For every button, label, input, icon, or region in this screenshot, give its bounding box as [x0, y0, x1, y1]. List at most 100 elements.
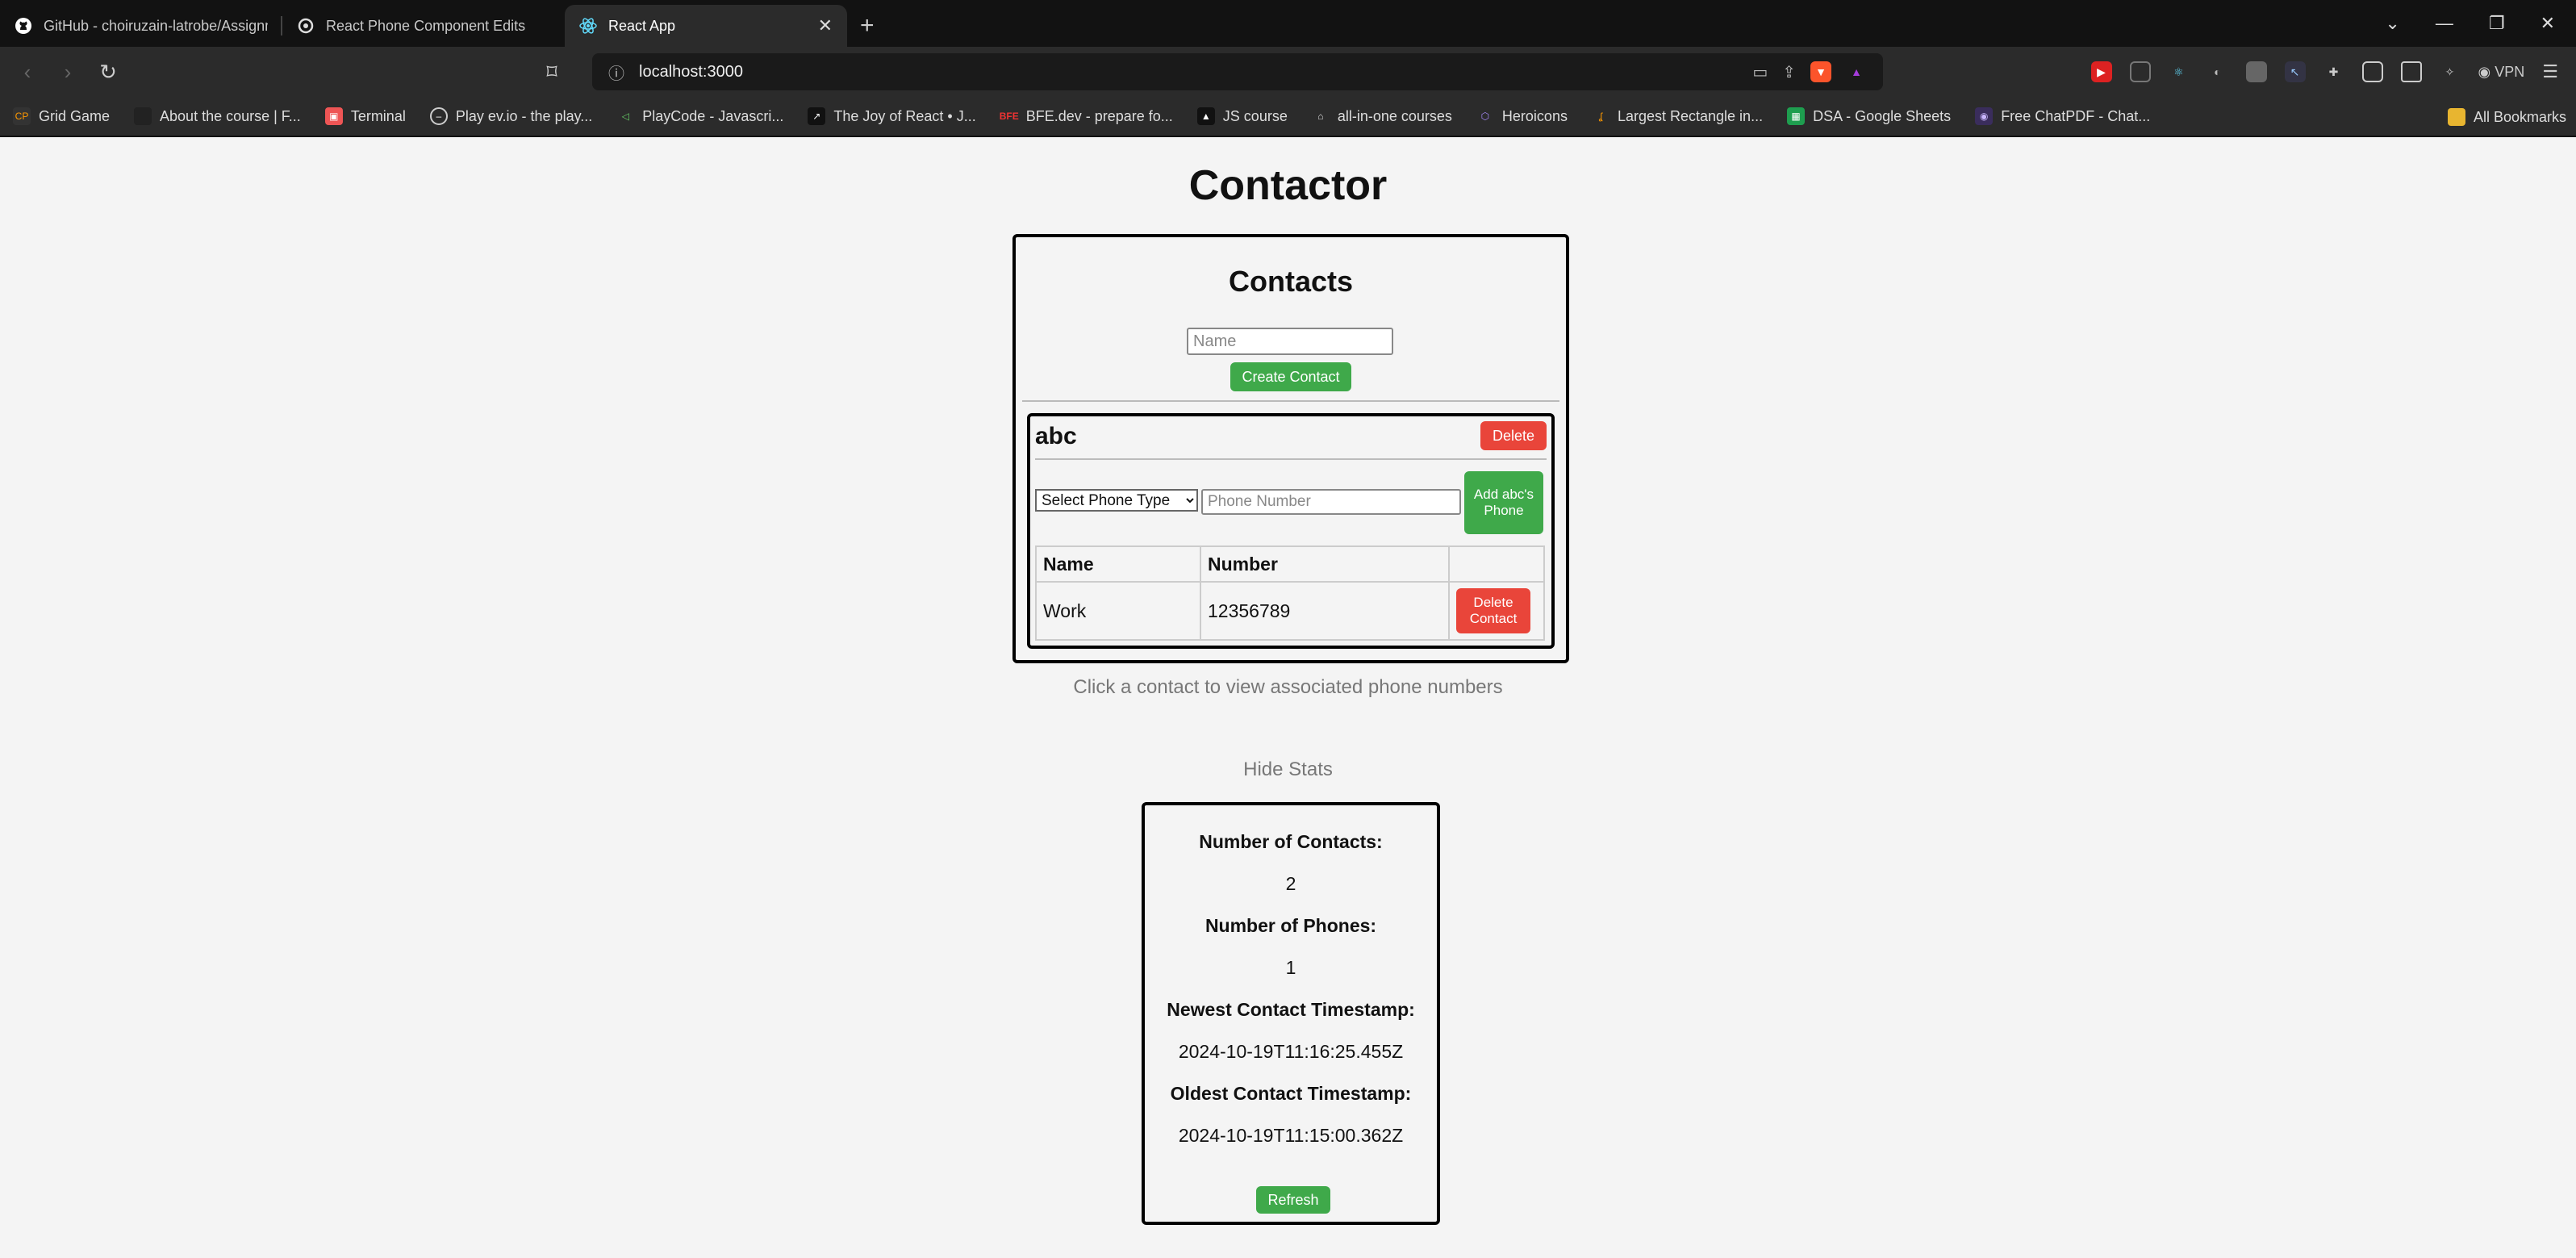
all-bookmarks[interactable]: All Bookmarks	[2447, 97, 2566, 137]
moon-ext-icon[interactable]: ◐	[2207, 61, 2228, 82]
minimize-icon[interactable]: —	[2436, 13, 2453, 34]
add-phone-button[interactable]: Add abc's Phone	[1464, 471, 1543, 534]
bookmark-label: Heroicons	[1501, 107, 1568, 124]
cast-icon[interactable]: ▭	[1752, 62, 1768, 82]
triangle-icon: ▲	[1196, 107, 1215, 125]
bookmark-label: Free ChatPDF - Chat...	[2001, 107, 2151, 124]
bookmark-ev-io[interactable]: – Play ev.io - the play...	[429, 107, 593, 125]
bookmark-label: DSA - Google Sheets	[1813, 107, 1952, 124]
new-tab-button[interactable]: +	[860, 5, 875, 47]
window-controls: ⌄ — ❐ ✕	[2385, 0, 2576, 47]
copy-ext-icon[interactable]	[2129, 61, 2151, 82]
brave-rewards-icon[interactable]: ▲	[1846, 61, 1867, 82]
phone-number-cell: 12356789	[1200, 581, 1450, 641]
contact-name: abc	[1035, 423, 1077, 449]
leetcode-icon: ʆ	[1598, 111, 1603, 122]
bookmark-label: JS course	[1222, 107, 1288, 124]
close-window-icon[interactable]: ✕	[2541, 13, 2555, 34]
browser-toolbar: ‹ › ↻ ⌑ ⓘ localhost:3000 ▭ ⇪ ▼ ▲ ▶ ⚛ ◐ ↖…	[0, 47, 2576, 97]
site-info-icon[interactable]: ⓘ	[608, 61, 624, 84]
contacts-count-label: Number of Contacts:	[1199, 831, 1383, 852]
github-icon	[15, 17, 32, 35]
url-text: localhost:3000	[639, 62, 743, 81]
phones-table: Name Number Work 12356789 Delete Contact	[1035, 545, 1545, 641]
hide-stats-toggle[interactable]: Hide Stats	[0, 759, 2576, 781]
bookmark-label: Terminal	[350, 107, 406, 124]
oldest-timestamp-label: Oldest Contact Timestamp:	[1170, 1083, 1412, 1104]
bookmark-label: Grid Game	[39, 107, 111, 124]
phone-type-select[interactable]: Select Phone Type	[1035, 489, 1198, 512]
tab-title: React App	[608, 17, 676, 34]
chevron-down-icon[interactable]: ⌄	[2385, 13, 2399, 34]
reload-icon[interactable]: ↻	[98, 60, 118, 85]
hint-text: Click a contact to view associated phone…	[1073, 676, 1503, 698]
restore-icon[interactable]: ❐	[2489, 13, 2505, 34]
terminal-icon: ▣	[324, 107, 343, 125]
bookmark-joy-of-react[interactable]: ↗ The Joy of React • J...	[808, 107, 976, 125]
bookmark-largest-rectangle[interactable]: ʆ Largest Rectangle in...	[1592, 107, 1763, 125]
bookmark-dsa-sheets[interactable]: ▦ DSA - Google Sheets	[1787, 107, 1951, 125]
cursor-ext-icon[interactable]: ↖	[2284, 61, 2306, 82]
bookmark-label: All Bookmarks	[2473, 108, 2566, 125]
name-input[interactable]	[1187, 328, 1393, 355]
brave-shield-icon[interactable]: ▼	[1810, 61, 1831, 82]
openai-icon	[297, 17, 315, 35]
page-title: Contactor	[1188, 162, 1388, 209]
phone-number-input[interactable]	[1201, 489, 1461, 515]
folder-icon	[2447, 108, 2465, 126]
address-bar[interactable]: ⓘ localhost:3000 ▭ ⇪ ▼ ▲	[592, 53, 1883, 90]
bookmark-label: BFE.dev - prepare fo...	[1025, 107, 1173, 124]
youtube-ext-icon[interactable]: ▶	[2090, 61, 2112, 82]
bookmarks-bar: CP Grid Game About the course | F... ▣ Ter…	[0, 97, 2576, 137]
table-header-row: Name Number	[1035, 545, 1545, 583]
divider	[1035, 458, 1547, 460]
stats-panel: Number of Contacts: 2 Number of Phones: …	[1142, 802, 1440, 1225]
bookmark-about-course[interactable]: About the course | F...	[134, 107, 301, 125]
bookmark-grid-game[interactable]: CP Grid Game	[13, 107, 110, 125]
menu-icon[interactable]: ☰	[2542, 61, 2558, 82]
tab-github[interactable]: GitHub - choiruzain-latrobe/Assignm	[0, 5, 282, 47]
bookmark-chatpdf[interactable]: ◉ Free ChatPDF - Chat...	[1975, 107, 2150, 125]
window-ext-icon[interactable]	[2245, 61, 2267, 82]
close-tab-icon[interactable]: ✕	[818, 15, 833, 36]
chatpdf-icon: ◉	[1975, 107, 1994, 125]
bookmark-bfe-dev[interactable]: BFE BFE.dev - prepare fo...	[1000, 107, 1173, 125]
phone-actions-cell: Delete Contact	[1448, 581, 1545, 641]
divider	[1022, 400, 1559, 402]
tab-react-app[interactable]: React App ✕	[565, 5, 847, 47]
wallet-icon[interactable]	[2400, 61, 2422, 82]
table-row: Work 12356789 Delete Contact	[1035, 581, 1545, 641]
bfe-icon: BFE	[999, 111, 1019, 122]
bookmark-js-course[interactable]: ▲ JS course	[1196, 107, 1288, 125]
bookmark-all-in-one[interactable]: ⌂ all-in-one courses	[1312, 107, 1452, 125]
phone-type-cell: Work	[1035, 581, 1201, 641]
bookmark-heroicons[interactable]: ⬡ Heroicons	[1476, 107, 1568, 125]
browser-chrome: GitHub - choiruzain-latrobe/Assignm Reac…	[0, 0, 2576, 137]
contacts-heading: Contacts	[1228, 265, 1354, 298]
delete-phone-button[interactable]: Delete Contact	[1456, 588, 1530, 633]
column-header-actions	[1448, 545, 1545, 583]
leo-ai-icon[interactable]: ✧	[2440, 61, 2461, 82]
puzzle-icon[interactable]: ✚	[2323, 61, 2344, 82]
phones-count-value: 1	[1285, 957, 1296, 978]
tab-chatgpt[interactable]: React Phone Component Edits	[282, 5, 565, 47]
contact-card[interactable]: abc Delete Select Phone Type Add abc's P…	[1027, 413, 1555, 649]
forward-icon[interactable]: ›	[58, 60, 77, 85]
react-devtools-icon[interactable]: ⚛	[2169, 61, 2190, 82]
bookmark-playcode[interactable]: ◁ PlayCode - Javascri...	[616, 107, 784, 125]
delete-contact-button[interactable]: Delete	[1480, 421, 1547, 450]
refresh-button[interactable]: Refresh	[1256, 1186, 1330, 1214]
bookmark-label: About the course | F...	[160, 107, 301, 124]
bookmark-label: The Joy of React • J...	[833, 107, 976, 124]
google-sheets-icon: ▦	[1787, 107, 1806, 125]
bookmark-terminal[interactable]: ▣ Terminal	[324, 107, 406, 125]
share-icon[interactable]: ⇪	[1782, 62, 1796, 82]
bookmark-icon[interactable]: ⌑	[542, 60, 562, 85]
column-header-name: Name	[1035, 545, 1201, 583]
vpn-button[interactable]: ◉ VPN	[2478, 64, 2525, 81]
back-icon[interactable]: ‹	[18, 60, 37, 85]
bookmark-label: Play ev.io - the play...	[455, 107, 593, 124]
sidebar-icon[interactable]	[2361, 61, 2383, 82]
oldest-timestamp-value: 2024-10-19T11:15:00.362Z	[1178, 1125, 1404, 1146]
create-contact-button[interactable]: Create Contact	[1230, 362, 1351, 391]
